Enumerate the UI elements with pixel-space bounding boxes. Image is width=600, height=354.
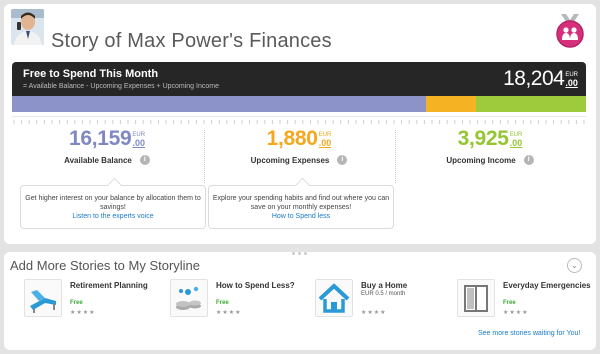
upcoming-expenses-segment — [426, 96, 477, 112]
free-to-spend-amount: 18,204 EUR .00 — [503, 68, 578, 90]
profile-badge[interactable] — [553, 14, 587, 48]
savings-tip: Get higher interest on your balance by a… — [20, 185, 206, 229]
story-rating: ★★★★ — [361, 310, 387, 316]
spending-tip-text: Explore your spending habits and find ou… — [212, 195, 390, 211]
house-icon — [315, 279, 353, 317]
more-stories-link[interactable]: See more stories waiting for You! — [478, 330, 580, 337]
story-price: Free — [216, 300, 229, 306]
story-name: Retirement Planning — [70, 281, 148, 290]
lounge-chair-icon — [24, 279, 62, 317]
savings-tip-text: Get higher interest on your balance by a… — [25, 195, 201, 211]
page-title: Story of Max Power's Finances — [51, 30, 332, 52]
upcoming-income-segment — [476, 96, 586, 112]
upcoming-income-label: Upcoming Income — [446, 155, 516, 165]
story-name: Everyday Emergencies — [503, 281, 591, 290]
story-name: How to Spend Less? — [216, 281, 295, 290]
tick-marks — [13, 120, 585, 124]
stats-divider — [204, 130, 205, 183]
drag-handle[interactable] — [286, 252, 312, 257]
couple-icon — [556, 14, 584, 48]
upcoming-income-value: 3,925 — [457, 127, 509, 150]
upcoming-expenses-value: 1,880 — [266, 127, 318, 150]
story-card-retirement[interactable]: Retirement Planning Free ★★★★ — [24, 279, 164, 321]
window-icon — [457, 279, 495, 317]
info-icon[interactable]: i — [139, 155, 150, 165]
spending-tip: Explore your spending habits and find ou… — [208, 185, 394, 229]
amount-decimals: .00 — [565, 78, 578, 88]
available-balance-label: Available Balance — [64, 155, 132, 165]
story-rating: ★★★★ — [70, 310, 96, 316]
experts-voice-link[interactable]: Listen to the experts voice — [21, 212, 205, 221]
available-balance-amount: 16,159 EUR .00 — [69, 128, 145, 150]
upcoming-expenses-label: Upcoming Expenses — [250, 155, 330, 165]
breakdown-ticks — [12, 112, 586, 124]
story-card-spend-less[interactable]: How to Spend Less? Free ★★★★ — [170, 279, 310, 321]
upcoming-expenses-amount: 1,880 EUR .00 — [267, 128, 332, 150]
amount-value: 18,204 — [503, 67, 565, 90]
available-balance-value: 16,159 — [68, 127, 132, 150]
available-balance-segment — [12, 96, 427, 112]
free-to-spend-bar: Free to Spend This Month = Available Bal… — [12, 62, 586, 96]
story-rating: ★★★★ — [216, 310, 242, 316]
upcoming-income-decimals: .00 — [509, 138, 523, 148]
available-balance-stat: 16,159 EUR .00 Available Balance i — [27, 128, 187, 165]
upcoming-income-amount: 3,925 EUR .00 — [458, 128, 523, 150]
spending-breakdown-bar — [12, 96, 586, 112]
free-to-spend-title: Free to Spend This Month — [23, 68, 159, 80]
info-icon[interactable]: i — [523, 155, 534, 165]
story-price: Free — [503, 300, 516, 306]
story-card-emergencies[interactable]: Everyday Emergencies Free ★★★★ — [457, 279, 597, 321]
upcoming-expenses-stat: 1,880 EUR .00 Upcoming Expenses i — [219, 128, 379, 165]
story-card-buy-home[interactable]: Buy a Home EUR 0.5 / month ★★★★ — [315, 279, 455, 321]
story-price: EUR 0.5 / month — [361, 291, 406, 297]
story-rating: ★★★★ — [503, 310, 529, 316]
upcoming-expenses-decimals: .00 — [318, 138, 332, 148]
coins-icon — [170, 279, 208, 317]
story-price: Free — [70, 300, 83, 306]
chevron-down-icon[interactable]: ⌄ — [567, 258, 582, 273]
user-photo-icon — [11, 9, 44, 45]
info-icon[interactable]: i — [337, 155, 348, 165]
spend-less-link[interactable]: How to Spend less — [209, 212, 393, 221]
avatar[interactable] — [11, 9, 44, 45]
upcoming-income-stat: 3,925 EUR .00 Upcoming Income i — [410, 128, 570, 165]
stories-section-title: Add More Stories to My Storyline — [10, 258, 201, 273]
free-to-spend-formula: = Available Balance - Upcoming Expenses … — [23, 83, 219, 90]
available-balance-decimals: .00 — [132, 138, 145, 148]
story-name: Buy a Home — [361, 281, 408, 290]
stats-divider — [395, 130, 396, 183]
